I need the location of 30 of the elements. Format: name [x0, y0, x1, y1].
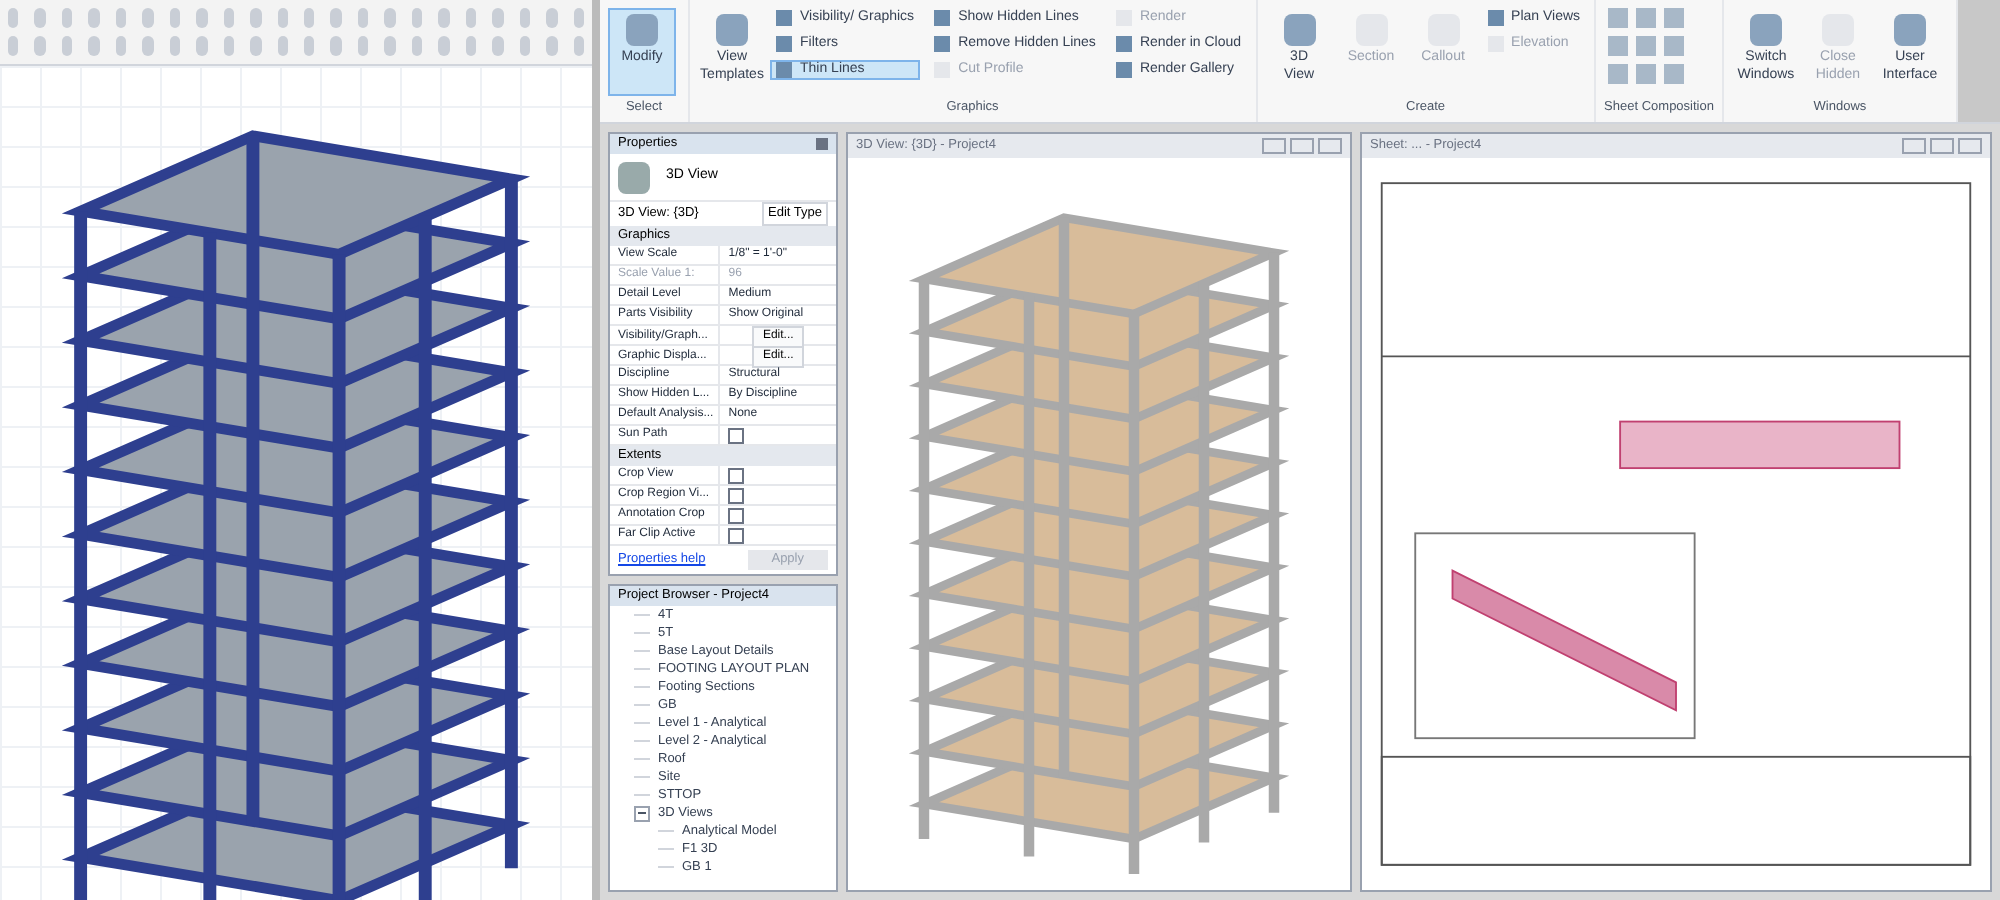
tool-icon[interactable]	[1636, 8, 1657, 28]
checkbox[interactable]	[728, 467, 745, 483]
ribbon-background	[1957, 0, 2000, 122]
tool-icon[interactable]	[1664, 8, 1685, 28]
tool-icon[interactable]	[1608, 8, 1629, 28]
checkbox[interactable]	[728, 487, 745, 503]
tool-icon	[716, 14, 748, 46]
tool-icon[interactable]	[1636, 36, 1657, 56]
close-icon[interactable]	[1318, 138, 1342, 154]
minimize-icon[interactable]	[1902, 138, 1926, 154]
tool-icon[interactable]	[1664, 36, 1685, 56]
tool-icon[interactable]	[1664, 64, 1685, 84]
maximize-icon[interactable]	[1290, 138, 1314, 154]
tool-icon[interactable]	[1636, 64, 1657, 84]
tool-icon	[1283, 14, 1316, 46]
close-icon[interactable]	[1958, 138, 1982, 154]
close-icon[interactable]	[816, 138, 828, 150]
tool-icon	[1893, 14, 1926, 46]
checkbox[interactable]	[728, 427, 745, 443]
tool-icon[interactable]	[1608, 64, 1629, 84]
checkbox[interactable]	[728, 507, 745, 523]
minus-icon	[638, 812, 646, 814]
tool-icon[interactable]	[1608, 36, 1629, 56]
maximize-icon[interactable]	[1930, 138, 1954, 154]
house-icon	[618, 161, 650, 193]
minimize-icon[interactable]	[1262, 138, 1286, 154]
tool-icon	[626, 14, 658, 46]
tool-icon	[1749, 14, 1782, 46]
checkbox[interactable]	[728, 527, 745, 543]
collapse-toggle[interactable]	[634, 805, 650, 821]
